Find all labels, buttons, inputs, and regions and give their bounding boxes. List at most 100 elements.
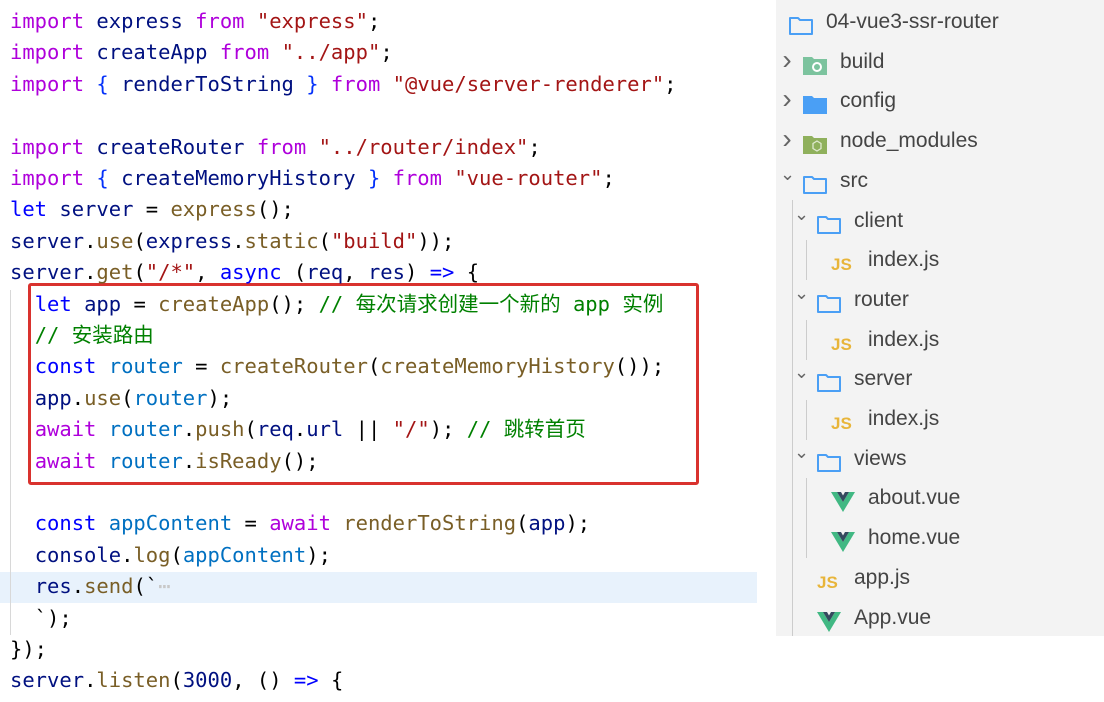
chevron-right-icon[interactable]: › — [780, 123, 794, 155]
tree-item-about-vue[interactable]: about.vue — [776, 480, 1104, 516]
chevron-right-icon[interactable]: › — [780, 44, 794, 76]
code-token: "build" — [330, 228, 418, 253]
code-token: server — [10, 228, 85, 253]
tree-item-home-vue[interactable]: home.vue — [776, 520, 1104, 556]
code-line[interactable]: import createApp from "../app"; — [10, 37, 393, 68]
whitespace-marker — [96, 417, 108, 441]
code-token: { — [96, 166, 109, 190]
whitespace-marker — [319, 72, 331, 96]
code-token: ( — [133, 260, 146, 285]
code-token: { — [330, 668, 344, 693]
code-line[interactable]: const appContent = await renderToString(… — [10, 508, 590, 539]
whitespace-marker — [10, 386, 35, 410]
chevron-down-icon[interactable]: ⌄ — [780, 163, 795, 185]
code-line[interactable]: let app = createApp(); // 每次请求创建一个新的 app… — [10, 289, 664, 320]
code-token: from — [195, 9, 245, 33]
code-token: req — [306, 260, 344, 285]
tree-item-index-js[interactable]: JS index.js — [776, 242, 1104, 278]
whitespace-marker — [84, 72, 96, 96]
code-token: (); — [281, 448, 319, 473]
whitespace-marker — [245, 9, 257, 33]
code-token: ); — [429, 417, 455, 442]
folder-node-icon — [802, 131, 828, 155]
tree-item-04-vue3-ssr-router[interactable]: 04-vue3-ssr-router — [776, 4, 1104, 40]
code-line[interactable]: const router = createRouter(createMemory… — [10, 351, 664, 382]
code-token: . — [293, 417, 307, 442]
tree-item-views[interactable]: ⌄ views — [776, 441, 1104, 477]
code-line[interactable]: // 安装路由 — [10, 320, 154, 351]
code-line[interactable]: console.log(appContent); — [10, 540, 331, 571]
tree-item-src[interactable]: ⌄ src — [776, 163, 1104, 199]
chevron-down-icon[interactable]: ⌄ — [794, 203, 809, 225]
code-line[interactable]: server.get("/*", async (req, res) => { — [10, 257, 479, 288]
code-token: ( — [121, 385, 134, 410]
code-line[interactable]: await router.isReady(); — [10, 446, 319, 477]
code-token: . — [232, 228, 245, 253]
tree-item-build[interactable]: › build — [776, 44, 1104, 80]
tree-item-app-vue[interactable]: App.vue — [776, 600, 1104, 636]
code-token: push — [195, 417, 245, 442]
tree-item-label: server — [854, 367, 913, 391]
tree-item-label: router — [854, 287, 909, 311]
code-token: { — [466, 260, 480, 285]
tree-item-config[interactable]: › config — [776, 83, 1104, 119]
code-token: . — [84, 228, 97, 253]
tree-item-router[interactable]: ⌄ router — [776, 282, 1104, 318]
whitespace-marker — [257, 511, 269, 535]
chevron-down-icon[interactable]: ⌄ — [794, 441, 809, 463]
whitespace-marker — [10, 606, 35, 630]
code-token: get — [96, 260, 134, 285]
code-token: log — [133, 542, 171, 567]
code-line[interactable]: import { renderToString } from "@vue/ser… — [10, 69, 677, 100]
tree-item-index-js[interactable]: JS index.js — [776, 322, 1104, 358]
code-line[interactable]: import express from "express"; — [10, 6, 380, 37]
code-line[interactable]: import { createMemoryHistory } from "vue… — [10, 163, 615, 194]
code-token: 3000 — [182, 668, 233, 693]
code-line[interactable]: let server = express(); — [10, 194, 294, 225]
code-token: . — [71, 385, 85, 410]
code-token: server — [10, 260, 85, 285]
code-token: from — [330, 71, 381, 96]
whitespace-marker — [208, 354, 220, 378]
tree-item-client[interactable]: ⌄ client — [776, 203, 1104, 239]
code-line[interactable]: }); — [10, 634, 47, 665]
code-line[interactable]: server.listen(3000, () => { — [10, 665, 343, 696]
chevron-down-icon[interactable]: ⌄ — [794, 282, 809, 304]
chevron-right-icon[interactable]: › — [780, 83, 794, 115]
code-line[interactable]: app.use(router); — [10, 383, 233, 414]
code-token: const — [34, 511, 97, 536]
tree-item-label: home.vue — [868, 526, 961, 550]
whitespace-marker — [84, 166, 96, 190]
code-token: await — [269, 511, 331, 536]
code-token: ( — [170, 668, 183, 693]
code-line[interactable]: import createRouter from "../router/inde… — [10, 132, 541, 163]
code-line[interactable]: await router.push(req.url || "/"); // 跳转… — [10, 414, 586, 445]
code-line[interactable]: `); — [10, 603, 72, 634]
code-token: createApp — [96, 40, 208, 65]
code-token: => — [429, 260, 455, 285]
whitespace-marker — [96, 354, 108, 378]
code-editor[interactable]: import express from "express"; import cre… — [0, 0, 760, 702]
whitespace-marker — [208, 40, 220, 64]
code-line[interactable]: res.send(`⋯ — [10, 571, 171, 602]
vue-icon — [830, 488, 856, 513]
chevron-down-icon[interactable]: ⌄ — [794, 361, 809, 383]
whitespace-marker — [72, 292, 84, 316]
code-token: } — [306, 71, 319, 96]
code-token: appContent — [108, 511, 233, 536]
code-token: from — [256, 134, 307, 159]
code-token: router — [133, 385, 208, 410]
tree-item-label: 04-vue3-ssr-router — [826, 10, 999, 33]
whitespace-marker — [158, 197, 170, 221]
code-token: // 安装路由 — [34, 323, 154, 347]
tree-item-app-js[interactable]: JS app.js — [776, 560, 1104, 596]
whitespace-marker — [442, 166, 454, 190]
code-line[interactable]: server.use(express.static("build")); — [10, 226, 454, 257]
code-token: "vue-router" — [454, 166, 603, 190]
tree-item-node-modules[interactable]: › node_modules — [776, 123, 1104, 159]
tree-item-index-js[interactable]: JS index.js — [776, 401, 1104, 437]
code-token: ( — [318, 228, 331, 253]
tree-item-server[interactable]: ⌄ server — [776, 361, 1104, 397]
code-token: . — [182, 448, 196, 473]
whitespace-marker — [306, 292, 318, 316]
